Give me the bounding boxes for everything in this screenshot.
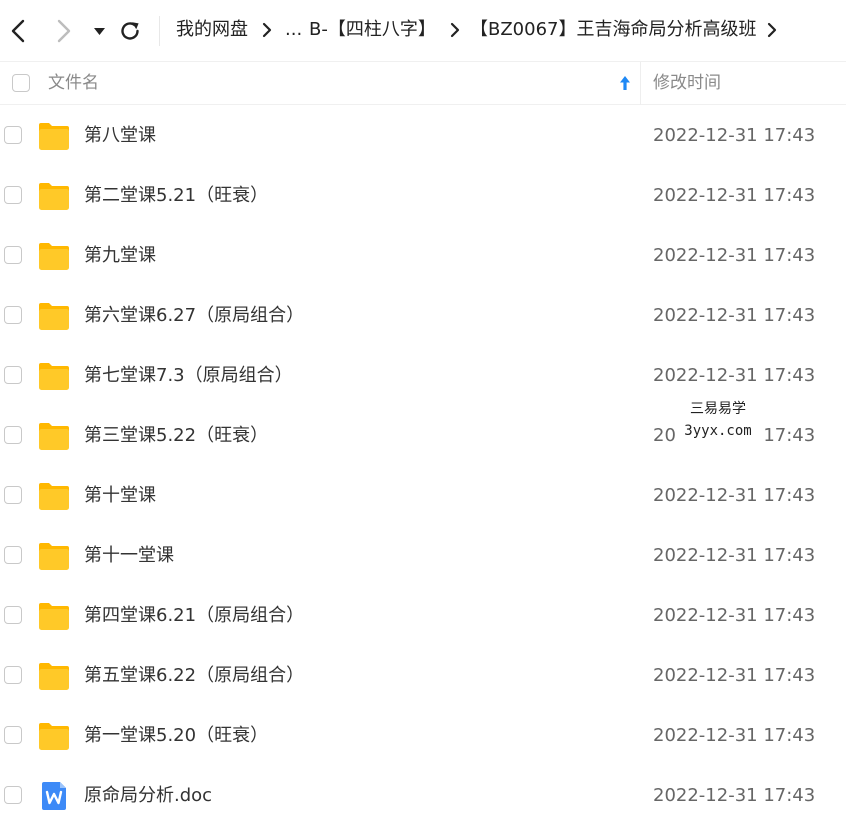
column-header-modified-time[interactable]: 修改时间: [653, 72, 721, 94]
sort-ascending-arrow-icon[interactable]: [619, 75, 631, 91]
nav-divider: [159, 16, 160, 46]
folder-icon: [39, 483, 69, 510]
file-name[interactable]: 第四堂课6.21（原局组合）: [84, 604, 304, 628]
row-checkbox[interactable]: [4, 426, 22, 444]
file-modified-time: 2022-12-31 17:43: [653, 605, 816, 626]
breadcrumb-current[interactable]: 【BZ0067】王吉海命局分析高级班: [470, 18, 757, 42]
breadcrumb-separator-icon: [767, 22, 777, 38]
row-checkbox[interactable]: [4, 366, 22, 384]
breadcrumb-ellipsis[interactable]: ...: [285, 18, 302, 42]
file-modified-time: 2022-12-31 17:43: [653, 485, 816, 506]
file-modified-time: 2022-12-31 17:43: [653, 365, 816, 386]
file-modified-time: 2022-12-31 17:43: [653, 125, 816, 146]
caret-down-icon: [93, 28, 105, 35]
file-name[interactable]: 第六堂课6.27（原局组合）: [84, 304, 304, 328]
file-modified-time: 2022-12-31 17:43: [653, 185, 816, 206]
row-checkbox[interactable]: [4, 246, 22, 264]
chevron-left-icon: [11, 19, 25, 43]
file-name[interactable]: 第九堂课: [84, 244, 156, 268]
row-checkbox[interactable]: [4, 786, 22, 804]
folder-icon: [39, 183, 69, 210]
folder-icon: [39, 363, 69, 390]
file-name[interactable]: 第二堂课5.21（旺衰）: [84, 184, 268, 208]
folder-icon: [39, 423, 69, 450]
file-modified-time: 2022-12-31 17:43: [653, 785, 816, 806]
file-name[interactable]: 第七堂课7.3（原局组合）: [84, 364, 293, 388]
file-row[interactable]: 第八堂课 2022-12-31 17:43: [0, 106, 846, 166]
word-document-icon: [42, 782, 66, 810]
breadcrumb-parent[interactable]: B-【四柱八字】: [309, 18, 436, 42]
history-dropdown-button[interactable]: [91, 24, 107, 40]
file-modified-time: 2022-12-31 17:43: [653, 305, 816, 326]
forward-button[interactable]: [52, 16, 76, 46]
folder-icon: [39, 543, 69, 570]
watermark-line-1: 三易易学: [690, 401, 746, 417]
file-name[interactable]: 第五堂课6.22（原局组合）: [84, 664, 304, 688]
refresh-button[interactable]: [117, 18, 143, 44]
file-row[interactable]: 第十堂课 2022-12-31 17:43: [0, 466, 846, 526]
breadcrumb-separator-icon: [262, 22, 272, 38]
refresh-icon: [121, 22, 139, 40]
file-row[interactable]: 第六堂课6.27（原局组合） 2022-12-31 17:43: [0, 286, 846, 346]
file-row[interactable]: 第十一堂课 2022-12-31 17:43: [0, 526, 846, 586]
row-checkbox[interactable]: [4, 666, 22, 684]
row-checkbox[interactable]: [4, 186, 22, 204]
folder-icon: [39, 603, 69, 630]
file-name[interactable]: 第八堂课: [84, 124, 156, 148]
breadcrumb-separator-icon: [450, 22, 460, 38]
row-checkbox[interactable]: [4, 726, 22, 744]
file-name[interactable]: 第三堂课5.22（旺衰）: [84, 424, 268, 448]
row-checkbox[interactable]: [4, 606, 22, 624]
file-row[interactable]: 第五堂课6.22（原局组合） 2022-12-31 17:43: [0, 646, 846, 706]
file-row[interactable]: 第二堂课5.21（旺衰） 2022-12-31 17:43: [0, 166, 846, 226]
watermark: 三易易学 3yyx.com: [676, 396, 760, 444]
file-name[interactable]: 第一堂课5.20（旺衰）: [84, 724, 268, 748]
file-name[interactable]: 第十一堂课: [84, 544, 174, 568]
file-list: 第八堂课 2022-12-31 17:43 第二堂课5.21（旺衰） 2022-12-…: [0, 106, 846, 826]
folder-icon: [39, 663, 69, 690]
folder-icon: [39, 243, 69, 270]
file-modified-time: 2022-12-31 17:43: [653, 245, 816, 266]
row-checkbox[interactable]: [4, 486, 22, 504]
file-row[interactable]: 第一堂课5.20（旺衰） 2022-12-31 17:43: [0, 706, 846, 766]
watermark-line-2: 3yyx.com: [684, 423, 752, 439]
row-checkbox[interactable]: [4, 546, 22, 564]
folder-icon: [39, 123, 69, 150]
column-header-name[interactable]: 文件名: [48, 72, 99, 94]
file-row[interactable]: 原命局分析.doc 2022-12-31 17:43: [0, 766, 846, 826]
folder-icon: [39, 723, 69, 750]
file-row[interactable]: 第九堂课 2022-12-31 17:43: [0, 226, 846, 286]
file-row[interactable]: 第四堂课6.21（原局组合） 2022-12-31 17:43: [0, 586, 846, 646]
file-list-header: 文件名 修改时间: [0, 61, 846, 105]
file-modified-time: 2022-12-31 17:43: [653, 545, 816, 566]
file-modified-time: 2022-12-31 17:43: [653, 725, 816, 746]
breadcrumb-root[interactable]: 我的网盘: [176, 18, 248, 42]
file-name[interactable]: 第十堂课: [84, 484, 156, 508]
file-modified-time: 2022-12-31 17:43: [653, 665, 816, 686]
select-all-checkbox[interactable]: [12, 74, 30, 92]
row-checkbox[interactable]: [4, 306, 22, 324]
column-divider[interactable]: [640, 62, 641, 105]
folder-icon: [39, 303, 69, 330]
back-button[interactable]: [6, 16, 30, 46]
navigation-bar: 我的网盘 ... B-【四柱八字】 【BZ0067】王吉海命局分析高级班: [0, 0, 846, 61]
file-name[interactable]: 原命局分析.doc: [84, 784, 212, 808]
row-checkbox[interactable]: [4, 126, 22, 144]
chevron-right-icon: [57, 19, 71, 43]
